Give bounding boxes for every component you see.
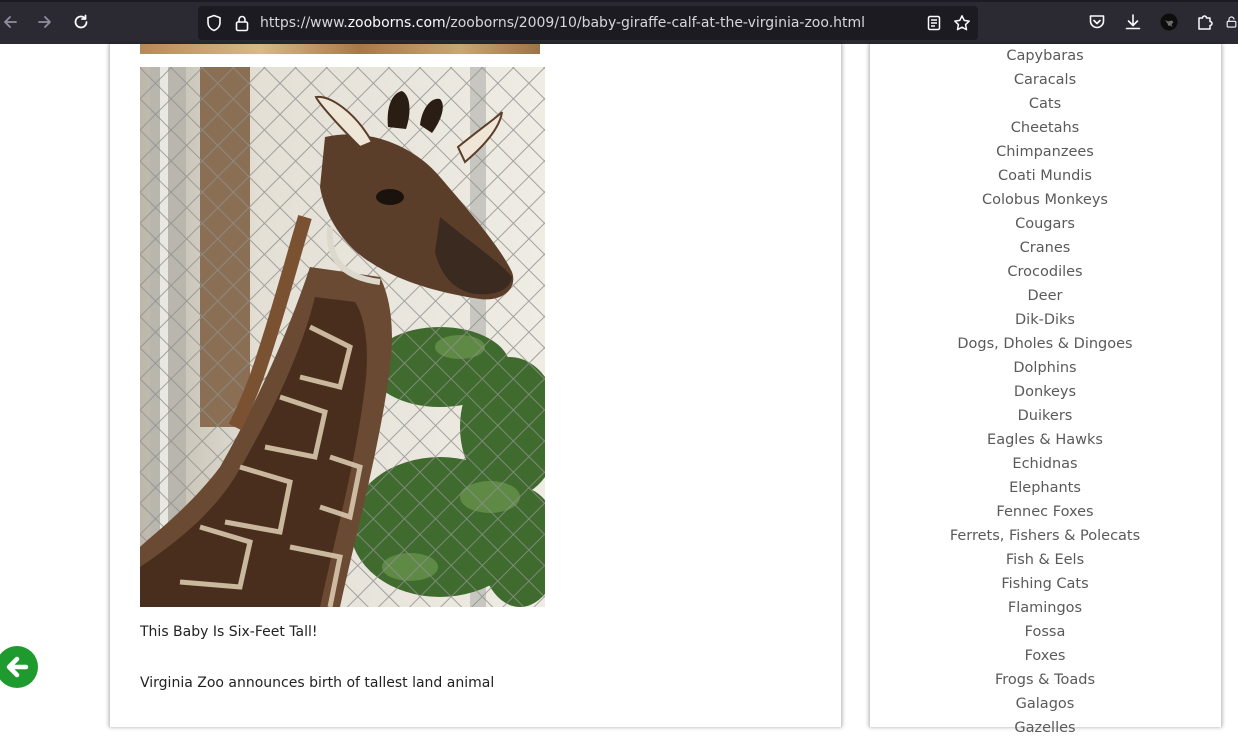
downloads-button[interactable] <box>1119 8 1147 36</box>
extensions-puzzle-icon <box>1198 15 1213 30</box>
category-link[interactable]: Crocodiles <box>870 260 1220 284</box>
url-domain: zooborns.com <box>347 15 446 31</box>
back-button[interactable] <box>0 8 24 36</box>
category-link[interactable]: Deer <box>870 284 1220 308</box>
category-link[interactable]: Frogs & Toads <box>870 668 1220 692</box>
category-link[interactable]: Cranes <box>870 236 1220 260</box>
category-link[interactable]: Cheetahs <box>870 116 1220 140</box>
category-link[interactable]: Donkeys <box>870 380 1220 404</box>
lock-icon[interactable] <box>232 13 252 33</box>
pocket-icon <box>1089 15 1105 29</box>
tab-strip-edge <box>0 0 1238 2</box>
photo-caption: This Baby Is Six-Feet Tall! <box>140 624 318 640</box>
download-icon <box>1125 14 1141 30</box>
floating-back-button[interactable] <box>0 646 38 688</box>
category-link[interactable]: Chimpanzees <box>870 140 1220 164</box>
forward-arrow-icon <box>38 16 51 28</box>
giraffe-photo[interactable] <box>140 67 545 607</box>
category-link[interactable]: Ferrets, Fishers & Polecats <box>870 524 1220 548</box>
category-link[interactable]: Echidnas <box>870 452 1220 476</box>
overflow-menu-button[interactable] <box>1225 8 1238 36</box>
browser-toolbar: https://www.zooborns.com/zooborns/2009/1… <box>0 0 1238 44</box>
category-link[interactable]: Fossa <box>870 620 1220 644</box>
article-subheading: Virginia Zoo announces birth of tallest … <box>140 675 495 691</box>
reader-view-icon[interactable] <box>924 13 944 33</box>
category-link[interactable]: Gazelles <box>870 716 1220 740</box>
category-link[interactable]: Dolphins <box>870 356 1220 380</box>
category-link[interactable]: Colobus Monkeys <box>870 188 1220 212</box>
category-link[interactable]: Flamingos <box>870 596 1220 620</box>
category-link[interactable]: Dik-Diks <box>870 308 1220 332</box>
url-path: /zooborns/2009/10/baby-giraffe-calf-at-t… <box>445 15 866 31</box>
url-text[interactable]: https://www.zooborns.com/zooborns/2009/1… <box>260 6 910 40</box>
category-link[interactable]: Eagles & Hawks <box>870 428 1220 452</box>
pocket-button[interactable] <box>1083 8 1111 36</box>
category-link[interactable]: Foxes <box>870 644 1220 668</box>
giraffe-illustration <box>140 67 545 607</box>
page-viewport: This Baby Is Six-Feet Tall! Virginia Zoo… <box>0 44 1238 736</box>
category-link[interactable]: Capybaras <box>870 44 1220 68</box>
extensions-button[interactable] <box>1191 8 1219 36</box>
category-link[interactable]: Fennec Foxes <box>870 500 1220 524</box>
bookmark-star-icon[interactable] <box>952 13 972 33</box>
category-link[interactable]: Duikers <box>870 404 1220 428</box>
forward-button[interactable] <box>31 8 59 36</box>
category-link[interactable]: Elephants <box>870 476 1220 500</box>
category-link[interactable]: Fish & Eels <box>870 548 1220 572</box>
reload-icon <box>74 14 88 29</box>
category-link[interactable]: Cats <box>870 92 1220 116</box>
url-scheme: https://www. <box>260 15 348 31</box>
previous-photo-edge <box>140 44 540 54</box>
reload-button[interactable] <box>67 8 95 36</box>
back-arrow-icon <box>6 656 29 678</box>
category-link[interactable]: Coati Mundis <box>870 164 1220 188</box>
account-button[interactable] <box>1155 8 1183 36</box>
tracking-shield-icon[interactable] <box>204 13 224 33</box>
back-arrow-icon <box>4 16 17 28</box>
lock-app-icon <box>1226 16 1237 28</box>
category-link[interactable]: Galagos <box>870 692 1220 716</box>
category-link[interactable]: Caracals <box>870 68 1220 92</box>
address-bar[interactable]: https://www.zooborns.com/zooborns/2009/1… <box>198 6 978 40</box>
category-link[interactable]: Cougars <box>870 212 1220 236</box>
category-link[interactable]: Fishing Cats <box>870 572 1220 596</box>
category-link[interactable]: Dogs, Dholes & Dingoes <box>870 332 1220 356</box>
account-avatar-icon <box>1160 13 1178 31</box>
